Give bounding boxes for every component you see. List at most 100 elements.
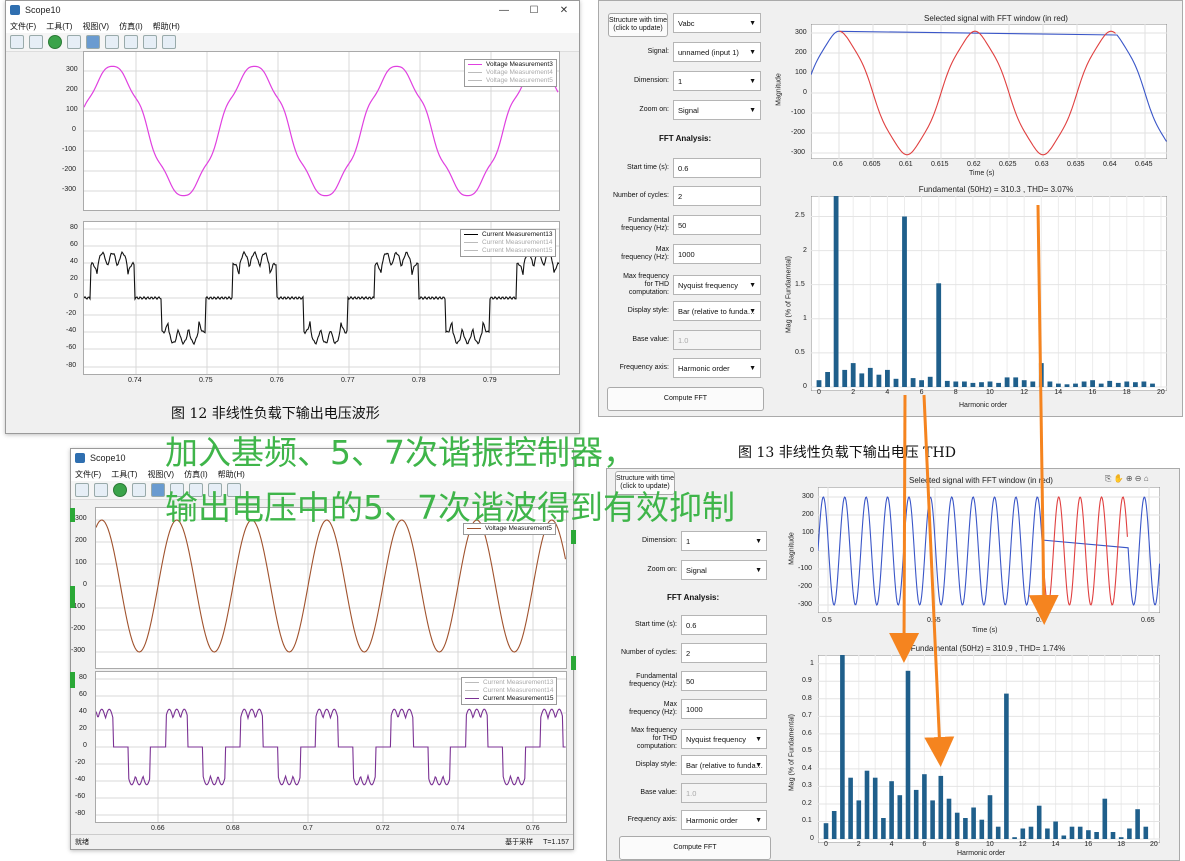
y-tick: 200: [795, 49, 807, 56]
step-back-icon[interactable]: [29, 35, 43, 49]
menu-help[interactable]: 帮助(H): [153, 21, 180, 32]
fundamental-input[interactable]: 50: [673, 215, 761, 235]
x-tick: 4: [885, 389, 890, 396]
dimension-value: 1: [678, 76, 683, 86]
thd-frequency-select[interactable]: Nyquist frequency ▼: [673, 275, 761, 295]
fft-bar: [885, 369, 890, 387]
stop-icon[interactable]: [151, 483, 165, 497]
minimize-button[interactable]: —: [489, 5, 519, 16]
fft-bar: [1118, 837, 1124, 839]
fft-bar: [954, 812, 960, 839]
x-tick: 16: [1084, 841, 1093, 848]
zoom-in-icon[interactable]: ⊕: [1126, 474, 1133, 483]
x-tick: 0.55: [927, 617, 941, 624]
fft-bar: [1133, 382, 1138, 387]
y-tick: 1: [810, 659, 814, 667]
cursor-measure-icon[interactable]: [162, 35, 176, 49]
run-icon[interactable]: [113, 483, 127, 497]
fft-xlabel: Harmonic order: [959, 402, 1008, 409]
chevron-down-icon: ▼: [749, 48, 756, 56]
fft-bar: [905, 670, 911, 839]
base-value-input[interactable]: 1.0: [681, 783, 767, 803]
ytick: 0: [83, 581, 87, 588]
structure-select[interactable]: Vabc ▼: [673, 13, 761, 33]
compute-fft-button[interactable]: Compute FFT: [607, 387, 764, 411]
step-back-icon[interactable]: [94, 483, 108, 497]
fft-bar: [1077, 826, 1083, 839]
fft-bar: [1124, 381, 1130, 387]
stop-icon[interactable]: [86, 35, 100, 49]
highlight-icon[interactable]: [105, 35, 119, 49]
dimension-select[interactable]: 1 ▼: [673, 71, 761, 91]
compute-fft-button[interactable]: Compute FFT: [619, 836, 771, 860]
pan-icon[interactable]: ✋: [1114, 474, 1124, 483]
x-tick: 8: [953, 389, 958, 396]
fft-bar: [938, 775, 944, 839]
zoom-select[interactable]: Signal ▼: [673, 100, 761, 120]
fft-bar: [1090, 380, 1095, 387]
menu-file[interactable]: 文件(F): [75, 469, 101, 480]
menu-view[interactable]: 视图(V): [82, 21, 109, 32]
thd-frequency-select[interactable]: Nyquist frequency ▼: [681, 729, 767, 749]
signal-ylabel: Magnitude: [788, 532, 796, 565]
menu-tools[interactable]: 工具(T): [46, 21, 72, 32]
fft-bar: [859, 373, 865, 387]
fft-bar: [889, 781, 894, 839]
menu-tools[interactable]: 工具(T): [111, 469, 137, 480]
fft-bar: [902, 216, 907, 387]
fft-bar: [1012, 837, 1017, 839]
fundamental-input[interactable]: 50: [681, 671, 767, 691]
cycles-input[interactable]: 2: [681, 643, 767, 663]
fft-bar: [1094, 832, 1099, 839]
settings-icon[interactable]: [10, 35, 24, 49]
frequency-axis-select[interactable]: Harmonic order ▼: [681, 810, 767, 830]
ytick: 80: [79, 674, 87, 681]
fft-ylabel: Mag (% of Fundamental): [788, 713, 796, 792]
display-style-select[interactable]: Bar (relative to funda… ▼: [681, 755, 767, 775]
fft-bar: [842, 369, 848, 387]
step-forward-icon[interactable]: [67, 35, 81, 49]
menu-simulation[interactable]: 仿真(I): [119, 21, 143, 32]
cycles-input[interactable]: 2: [673, 186, 761, 206]
signal-select[interactable]: unnamed (input 1) ▼: [673, 42, 761, 62]
fft-bar: [1135, 809, 1140, 839]
max-frequency-input[interactable]: 1000: [681, 699, 767, 719]
fft-bar: [1102, 798, 1108, 839]
start-time-input[interactable]: 0.6: [673, 158, 761, 178]
fft-plot-title: Fundamental (50Hz) = 310.3 , THD= 3.07%: [918, 185, 1074, 194]
zoom-select[interactable]: Signal ▼: [681, 560, 767, 580]
export-icon[interactable]: ⎘: [1105, 474, 1111, 483]
signal-plot-title: Selected signal with FFT window (in red): [924, 14, 1068, 23]
zoom-out-icon[interactable]: ⊖: [1135, 474, 1142, 483]
xtick: 0.68: [226, 825, 240, 832]
max-frequency-input[interactable]: 1000: [673, 244, 761, 264]
x-tick: 14: [1054, 389, 1063, 396]
legend-current-15: Current Measurement15: [482, 247, 553, 254]
frequency-axis-select[interactable]: Harmonic order ▼: [673, 358, 761, 378]
y-tick: 0.5: [795, 348, 805, 356]
start-time-input[interactable]: 0.6: [681, 615, 767, 635]
structure-update-button[interactable]: Structure with time (click to update): [608, 13, 668, 37]
ytick: -300: [62, 186, 77, 193]
home-icon[interactable]: ⌂: [1144, 474, 1149, 483]
thd-frequency-value: Nyquist frequency: [686, 734, 747, 744]
run-icon[interactable]: [48, 35, 62, 49]
step-forward-icon[interactable]: [132, 483, 146, 497]
close-button[interactable]: ✕: [549, 5, 579, 16]
chevron-down-icon: ▼: [755, 537, 762, 545]
scope-title: Scope10: [90, 453, 126, 463]
menu-file[interactable]: 文件(F): [10, 21, 36, 32]
display-style-select[interactable]: Bar (relative to funda… ▼: [673, 301, 761, 321]
x-tick: 0: [824, 841, 828, 848]
maximize-button[interactable]: ☐: [519, 5, 549, 16]
fft-bar: [953, 381, 959, 387]
scope-menubar: 文件(F) 工具(T) 视图(V) 仿真(I) 帮助(H): [6, 19, 579, 33]
chevron-down-icon: ▼: [749, 19, 756, 27]
autoscale-icon[interactable]: [143, 35, 157, 49]
base-value-input[interactable]: 1.0: [673, 330, 761, 350]
fft-bar: [876, 374, 882, 387]
x-tick: 0.635: [1067, 161, 1085, 168]
dimension-select[interactable]: 1 ▼: [681, 531, 767, 551]
settings-icon[interactable]: [75, 483, 89, 497]
zoom-icon[interactable]: [124, 35, 138, 49]
